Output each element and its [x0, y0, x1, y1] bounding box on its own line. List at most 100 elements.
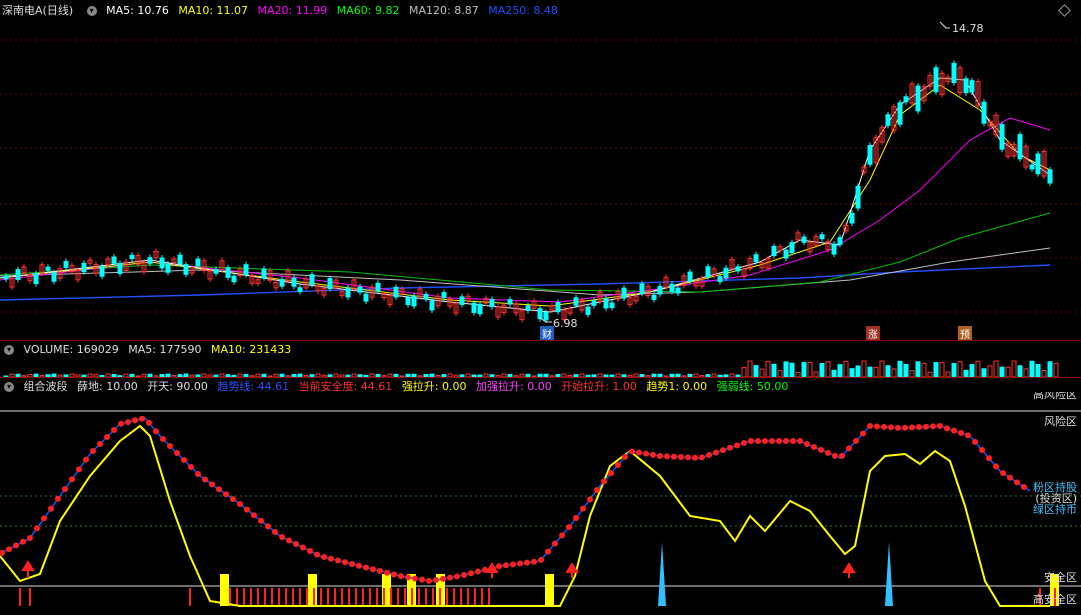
safety-dot [342, 559, 348, 566]
strong-up-bar [308, 574, 317, 606]
safety-dot [167, 443, 173, 449]
strong-weak-label: 强弱线: 50.00 [716, 380, 789, 393]
volume-bar [801, 362, 807, 377]
safety-dot [804, 440, 810, 447]
candle-body [99, 265, 105, 277]
safety-dot [916, 424, 922, 431]
safety-dot [265, 523, 271, 530]
safety-dot [384, 569, 390, 576]
indicator-chart[interactable] [0, 396, 1081, 615]
start-up-label: 开始拉升: 1.00 [561, 380, 637, 393]
safety-dot [867, 423, 873, 429]
volume-settings-icon[interactable]: ▾ [4, 345, 14, 355]
safety-dot [846, 445, 852, 452]
safety-dot [349, 561, 355, 567]
candle-body [609, 302, 615, 309]
volume-bar [1047, 361, 1053, 377]
safety-dot [741, 440, 747, 447]
safety-dot [797, 438, 803, 444]
safety-dot [853, 437, 859, 444]
safety-dot [363, 564, 369, 571]
volume-bar [879, 360, 885, 377]
safety-dot [230, 496, 236, 503]
safety-dot [622, 453, 628, 460]
volume-bar [963, 369, 969, 377]
volume-title: VOLUME: 169029 [23, 343, 119, 356]
safety-dot [139, 415, 145, 422]
volume-bar [819, 363, 825, 377]
candle-body [279, 278, 285, 287]
safety-dot [118, 420, 124, 427]
safety-dot [202, 476, 208, 483]
safety-dot [454, 573, 460, 580]
safety-dot [1000, 470, 1006, 476]
safety-dot [517, 560, 523, 567]
rise-marker[interactable]: 涨 [866, 326, 880, 341]
safety-dot [447, 574, 453, 581]
volume-bar [1017, 365, 1023, 377]
safety-dot [965, 432, 971, 439]
candle-body [327, 278, 333, 290]
safety-dot [895, 424, 901, 431]
candle-body [117, 263, 123, 274]
volume-bar [843, 360, 849, 377]
safety-dot [1021, 484, 1027, 490]
candle-body [687, 271, 693, 282]
candle-body [165, 263, 171, 273]
zone-green-hold: 绿区持币 [1033, 503, 1077, 516]
safety-dot [692, 454, 698, 461]
candle-body [159, 257, 165, 269]
indicator-settings-icon[interactable]: ▾ [4, 382, 14, 392]
safety-dot [307, 548, 313, 554]
safety-dot [636, 449, 642, 456]
candle-body [723, 267, 729, 279]
safety-dot [762, 438, 768, 444]
safety-dot [650, 451, 656, 458]
low-price-label: 6.98 [553, 317, 578, 330]
safety-dot [874, 423, 880, 430]
candle-body [855, 185, 861, 209]
safety-dot [818, 446, 824, 453]
volume-header: ▾ VOLUME: 169029 MA5: 177590 MA10: 23143… [0, 341, 297, 359]
candle-body [345, 287, 351, 298]
safety-dot [216, 486, 222, 493]
price-chart[interactable]: 14.78 6.98 [0, 0, 1081, 340]
param-2: 开天: 90.00 [147, 380, 208, 393]
indicator-name[interactable]: 组合波段 [24, 380, 68, 393]
safety-dot [0, 549, 5, 556]
candle-body [291, 277, 297, 287]
safety-dot [671, 453, 677, 460]
safety-dot [97, 441, 103, 447]
candle-body [411, 295, 417, 307]
volume-spike [658, 542, 666, 606]
safety-dot [566, 524, 572, 531]
candle-body [195, 258, 201, 267]
safety-dot [377, 568, 383, 574]
safety-label: 当前安全度: 44.61 [298, 380, 393, 393]
candle-body [603, 298, 609, 309]
safety-dot [783, 438, 789, 444]
safety-dot [685, 454, 691, 461]
candle-body [705, 266, 711, 278]
safety-dot [769, 438, 775, 444]
volume-chart[interactable] [0, 359, 1081, 377]
candle-body [459, 296, 465, 305]
volume-bar [861, 360, 867, 377]
candle-body [3, 275, 9, 280]
candle-body [363, 293, 369, 302]
candle-body [231, 275, 237, 283]
high-price-label: 14.78 [952, 22, 984, 35]
safety-dot [104, 434, 110, 440]
safety-dot [125, 419, 131, 426]
volume-bar [765, 360, 771, 377]
finance-marker[interactable]: 财 [540, 326, 554, 341]
safety-dot [958, 430, 964, 436]
safety-dot [888, 424, 894, 431]
candle-body [1035, 153, 1041, 175]
candle-body [819, 234, 825, 240]
volume-bar [951, 362, 957, 377]
zone-high-safe: 高安全区 [1033, 593, 1077, 606]
forecast-marker[interactable]: 预 [958, 326, 972, 341]
candle-body [81, 262, 87, 273]
safety-dot [811, 443, 817, 450]
